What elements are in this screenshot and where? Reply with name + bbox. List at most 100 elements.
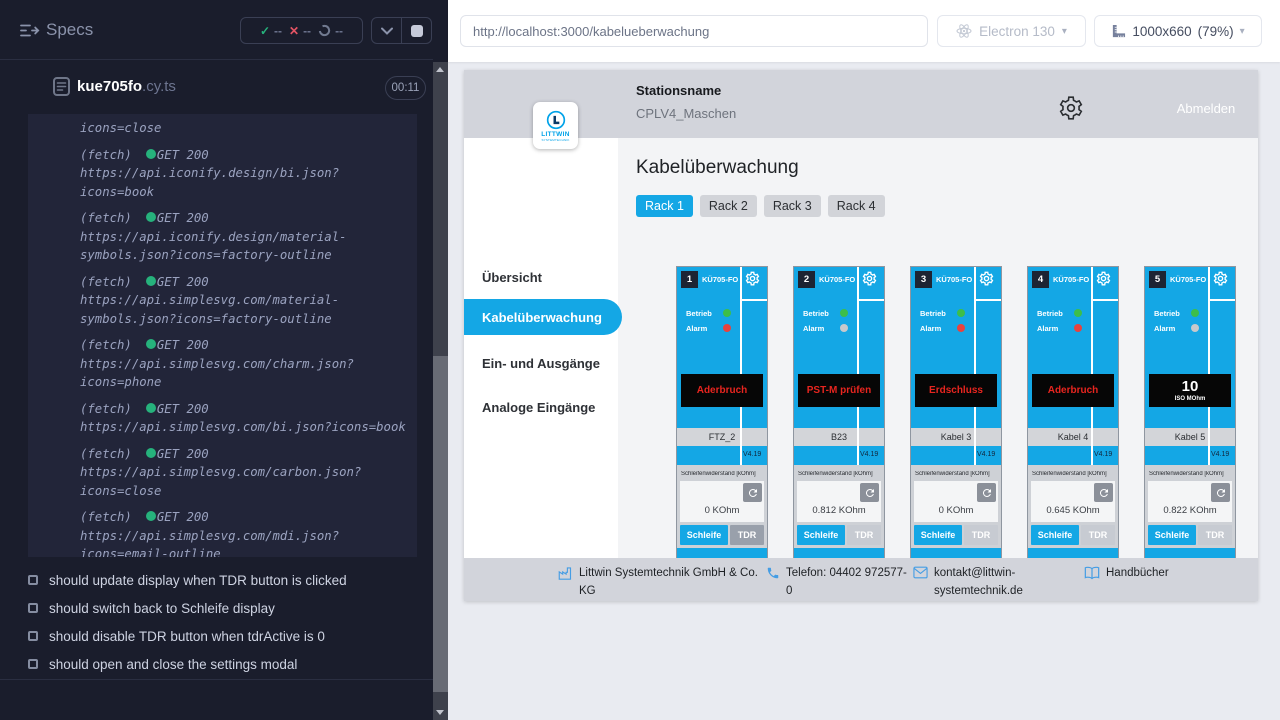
scrollbar-thumb[interactable] [433,356,448,692]
url-input[interactable] [460,15,928,47]
betrieb-led [723,309,731,317]
run-controls [371,17,432,44]
card-settings-icon[interactable] [862,271,877,286]
display-unit: ISO MOhm [1175,396,1206,402]
spec-row[interactable]: kue705fo.cy.ts 00:11 [0,60,433,113]
scroll-down-arrow-icon[interactable] [436,710,444,715]
spec-extension: .cy.ts [142,78,176,95]
tab-rack-4[interactable]: Rack 4 [828,195,885,217]
refresh-icon[interactable] [860,483,879,502]
footer-item-book[interactable]: Handbücher [1084,565,1169,583]
test-list: should update display when TDR button is… [0,566,433,678]
footer-item-email: kontakt@littwin-systemtechnik.de [913,565,1038,601]
refresh-icon[interactable] [1211,483,1230,502]
divider [1093,299,1118,301]
station-name: CPLV4_Maschen [636,106,736,121]
footer-text: Littwin Systemtechnik GmbH & Co. KG [579,565,761,601]
scrollbar-track[interactable] [433,62,448,720]
test-item[interactable]: should switch back to Schleife display [0,594,433,622]
settings-gear-icon[interactable] [1058,95,1084,121]
firmware-version: V4.19 [1094,451,1112,458]
device-model: KÜ705-FO [1170,275,1206,284]
log-entry: (fetch)GET 200https://api.simplesvg.com/… [80,445,413,501]
success-dot-icon [146,511,156,521]
card-number-badge: 5 [1149,271,1166,288]
book-icon [1084,566,1100,583]
test-title: should switch back to Schleife display [49,601,275,616]
stat-pending: -- [318,24,343,38]
alarm-led [1074,324,1082,332]
viewport-selector[interactable]: 1000x660 (79%) ▾ [1094,15,1262,47]
collapse-chevron-icon[interactable] [372,18,401,43]
spec-file-icon [53,77,70,96]
divider [859,299,884,301]
request-url: https://api.iconify.design/material-symb… [80,228,413,265]
tab-rack-3[interactable]: Rack 3 [764,195,821,217]
card-settings-icon[interactable] [745,271,760,286]
device-display: 10 ISO MOhm [1149,374,1231,407]
specs-menu-icon[interactable] [20,23,40,38]
schleife-button[interactable]: Schleife [1148,525,1196,545]
tdr-button[interactable]: TDR [730,525,764,545]
tab-rack-2[interactable]: Rack 2 [700,195,757,217]
runner-scrollbar[interactable] [433,0,448,720]
log-entry: (fetch)GET 200https://api.iconify.design… [80,209,413,265]
display-alarm-text: PST-M prüfen [807,385,871,396]
refresh-icon[interactable] [743,483,762,502]
resistance-label: Schleifenwiderstand [kOhm] [681,471,765,477]
schleife-button[interactable]: Schleife [914,525,962,545]
app-header: Stationsname CPLV4_Maschen Abmelden [464,70,1258,138]
test-pending-icon [28,603,38,613]
schleife-button[interactable]: Schleife [797,525,845,545]
card-number-badge: 4 [1032,271,1049,288]
log-request-line: (fetch)GET 200 [80,146,413,165]
firmware-version: V4.19 [1211,451,1229,458]
device-card-1: 1KÜ705-FOBetriebAlarmAderbruchFTZ_2V4.19… [676,266,768,566]
card-buttons: SchleifeTDR [797,525,881,545]
ruler-icon [1111,24,1126,39]
card-settings-icon[interactable] [979,271,994,286]
device-card-5: 5KÜ705-FOBetriebAlarm10ISO MOhmKabel 5V4… [1144,266,1236,566]
test-item[interactable]: should disable TDR button when tdrActive… [0,622,433,650]
device-model: KÜ705-FO [819,275,855,284]
card-settings-icon[interactable] [1213,271,1228,286]
success-dot-icon [146,212,156,222]
sidebar-item-übersicht[interactable]: Übersicht [464,259,618,295]
log-request-line: (fetch)GET 200 [80,400,413,419]
resistance-value: 0 KOhm [680,505,764,516]
refresh-icon[interactable] [977,483,996,502]
display-alarm-text: Aderbruch [1048,385,1099,396]
station-label: Stationsname [636,83,736,98]
request-url: https://api.simplesvg.com/material-symbo… [80,291,413,328]
log-truncated-line: icons=close [80,119,413,138]
device-card-3: 3KÜ705-FOBetriebAlarmErdschlussKabel 3V4… [910,266,1002,566]
card-controls: Schleifenwiderstand [kOhm]0.822 KOhmSchl… [1145,465,1235,565]
test-item[interactable]: should open and close the settings modal [0,650,433,678]
card-number-badge: 2 [798,271,815,288]
card-settings-icon[interactable] [1096,271,1111,286]
card-module: 2KÜ705-FOBetriebAlarmPST-M prüfenB23V4.1… [794,267,884,465]
divider [1091,267,1093,465]
sidebar-item-kabelüberwachung[interactable]: Kabelüberwachung [464,299,622,335]
footer-text: Handbücher [1106,565,1169,583]
sidebar-item-analoge-eingänge[interactable]: Analoge Eingänge [464,389,618,425]
display-value: 10 [1182,379,1199,394]
spec-timer: 00:11 [385,76,426,100]
specs-label: Specs [46,20,93,40]
logout-button[interactable]: Abmelden [1164,93,1248,124]
stop-button[interactable] [402,18,431,43]
electron-icon [956,23,972,39]
sidebar-item-ein-und-ausgänge[interactable]: Ein- und Ausgänge [464,345,618,381]
spec-name: kue705fo.cy.ts [77,78,176,95]
test-item[interactable]: should update display when TDR button is… [0,566,433,594]
schleife-button[interactable]: Schleife [1031,525,1079,545]
log-request-line: (fetch)GET 200 [80,445,413,464]
firmware-version: V4.19 [860,451,878,458]
browser-selector[interactable]: Electron 130 ▾ [937,15,1086,47]
alarm-label: Alarm [920,324,941,333]
refresh-icon[interactable] [1094,483,1113,502]
schleife-button[interactable]: Schleife [680,525,728,545]
scroll-up-arrow-icon[interactable] [436,67,444,72]
tab-rack-1[interactable]: Rack 1 [636,195,693,217]
email-icon [913,566,928,601]
